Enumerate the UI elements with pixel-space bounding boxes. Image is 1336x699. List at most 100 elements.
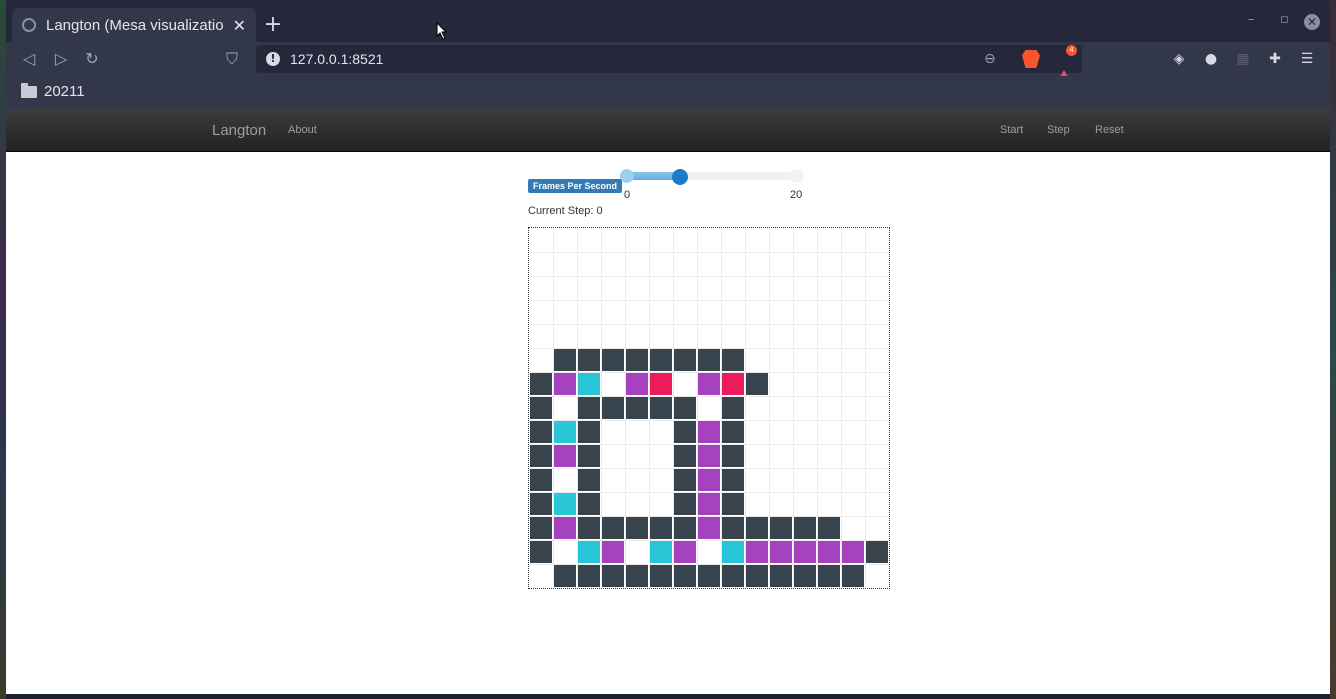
new-tab-button[interactable]: + bbox=[259, 12, 287, 40]
brand-link[interactable]: Langton bbox=[212, 122, 266, 139]
grid-cell-dark bbox=[698, 349, 720, 371]
start-button[interactable]: Start bbox=[1000, 124, 1023, 136]
grid-cell-dark bbox=[674, 421, 696, 443]
grid-cell-dark bbox=[530, 397, 552, 419]
grid-cell-cyan bbox=[578, 373, 600, 395]
extension-dim-icon[interactable]: ▦ bbox=[1234, 50, 1252, 68]
grid-cell-dark bbox=[578, 445, 600, 467]
grid-cell-dark bbox=[530, 517, 552, 539]
maximize-icon[interactable]: ▫ bbox=[1280, 12, 1289, 27]
grid-line bbox=[529, 252, 889, 253]
mouse-cursor-icon bbox=[436, 22, 448, 40]
simulation-grid bbox=[528, 227, 890, 589]
grid-cell-dark bbox=[722, 493, 744, 515]
extension-avatar-icon[interactable]: ● bbox=[1202, 50, 1220, 68]
grid-cell-purple bbox=[698, 421, 720, 443]
grid-line bbox=[865, 228, 866, 588]
grid-cell-dark bbox=[722, 517, 744, 539]
tab-langton[interactable]: Langton (Mesa visualizatio ✕ bbox=[12, 8, 256, 42]
browser-window: Langton (Mesa visualizatio ✕ + – ▫ ✕ ◁ ▷… bbox=[0, 0, 1336, 699]
reset-button[interactable]: Reset bbox=[1095, 124, 1124, 136]
grid-cell-red bbox=[650, 373, 672, 395]
grid-cell-dark bbox=[674, 349, 696, 371]
grid-cell-dark bbox=[746, 565, 768, 587]
grid-cell-dark bbox=[578, 469, 600, 491]
grid-cell-cyan bbox=[650, 541, 672, 563]
current-step-text: Current Step: 0 bbox=[528, 205, 603, 217]
grid-cell-purple bbox=[602, 541, 624, 563]
grid-cell-dark bbox=[866, 541, 888, 563]
grid-cell-dark bbox=[626, 397, 648, 419]
extensions-puzzle-icon[interactable]: ✚ bbox=[1266, 50, 1284, 68]
grid-cell-dark bbox=[602, 517, 624, 539]
grid-cell-dark bbox=[746, 517, 768, 539]
slider-max-cap bbox=[790, 169, 804, 183]
back-icon[interactable]: ◁ bbox=[18, 48, 40, 70]
tab-title: Langton (Mesa visualizatio bbox=[46, 16, 224, 34]
slider-max-label: 20 bbox=[790, 189, 803, 201]
extension-shield-icon[interactable]: ◈ bbox=[1170, 50, 1188, 68]
grid-cell-dark bbox=[674, 469, 696, 491]
grid-cell-dark bbox=[530, 445, 552, 467]
tab-strip: Langton (Mesa visualizatio ✕ + – ▫ ✕ bbox=[6, 0, 1330, 42]
grid-cell-dark bbox=[602, 397, 624, 419]
grid-cell-purple bbox=[554, 445, 576, 467]
forward-icon[interactable]: ▷ bbox=[50, 48, 72, 70]
grid-cell-purple bbox=[698, 373, 720, 395]
url-text: 127.0.0.1:8521 bbox=[290, 51, 384, 67]
grid-cell-dark bbox=[578, 421, 600, 443]
grid-cell-dark bbox=[746, 373, 768, 395]
grid-cell-purple bbox=[626, 373, 648, 395]
address-bar[interactable]: ! 127.0.0.1:8521 ⊖ 4 bbox=[256, 45, 1082, 84]
grid-cell-dark bbox=[530, 469, 552, 491]
grid-cell-dark bbox=[674, 565, 696, 587]
folder-icon bbox=[21, 83, 37, 98]
grid-cell-dark bbox=[530, 493, 552, 515]
grid-cell-purple bbox=[698, 493, 720, 515]
fps-slider[interactable] bbox=[620, 169, 804, 185]
zoom-icon[interactable]: ⊖ bbox=[984, 51, 996, 67]
menu-icon[interactable]: ☰ bbox=[1298, 50, 1316, 68]
minimize-icon[interactable]: – bbox=[1248, 12, 1255, 27]
grid-cell-dark bbox=[530, 421, 552, 443]
grid-cell-dark bbox=[650, 517, 672, 539]
close-window-icon[interactable]: ✕ bbox=[1304, 14, 1320, 30]
grid-cell-dark bbox=[794, 565, 816, 587]
bookmark-icon[interactable]: ⛉ bbox=[221, 48, 243, 70]
grid-cell-dark bbox=[818, 517, 840, 539]
grid-cell-purple bbox=[674, 541, 696, 563]
globe-icon bbox=[22, 18, 36, 32]
brave-rewards-icon[interactable]: 4 bbox=[1056, 45, 1077, 84]
brave-shields-icon[interactable] bbox=[1022, 50, 1040, 68]
grid-cell-dark bbox=[578, 349, 600, 371]
grid-cell-dark bbox=[722, 445, 744, 467]
grid-cell-cyan bbox=[554, 421, 576, 443]
grid-cell-dark bbox=[722, 349, 744, 371]
grid-cell-dark bbox=[674, 445, 696, 467]
about-link[interactable]: About bbox=[288, 124, 317, 136]
close-tab-icon[interactable]: ✕ bbox=[233, 16, 246, 35]
grid-cell-dark bbox=[722, 397, 744, 419]
page-content: Langton About Start Step Reset Frames Pe… bbox=[6, 110, 1330, 694]
bookmark-folder-20211[interactable]: 20211 bbox=[44, 83, 85, 100]
grid-cell-dark bbox=[626, 565, 648, 587]
grid-line bbox=[841, 228, 842, 588]
reload-icon[interactable]: ↻ bbox=[81, 48, 103, 70]
grid-cell-dark bbox=[530, 373, 552, 395]
grid-cell-dark bbox=[626, 517, 648, 539]
fps-label: Frames Per Second bbox=[528, 179, 623, 193]
grid-cell-dark bbox=[602, 565, 624, 587]
grid-cell-dark bbox=[770, 517, 792, 539]
grid-cell-dark bbox=[794, 517, 816, 539]
grid-cell-cyan bbox=[554, 493, 576, 515]
slider-min-label: 0 bbox=[624, 189, 631, 201]
grid-cell-purple bbox=[554, 373, 576, 395]
step-button[interactable]: Step bbox=[1047, 124, 1070, 136]
grid-line bbox=[529, 324, 889, 325]
grid-line bbox=[529, 300, 889, 301]
slider-handle[interactable] bbox=[672, 169, 688, 185]
grid-cell-dark bbox=[578, 493, 600, 515]
site-info-icon[interactable]: ! bbox=[266, 52, 280, 66]
grid-cell-dark bbox=[626, 349, 648, 371]
grid-cell-dark bbox=[698, 565, 720, 587]
